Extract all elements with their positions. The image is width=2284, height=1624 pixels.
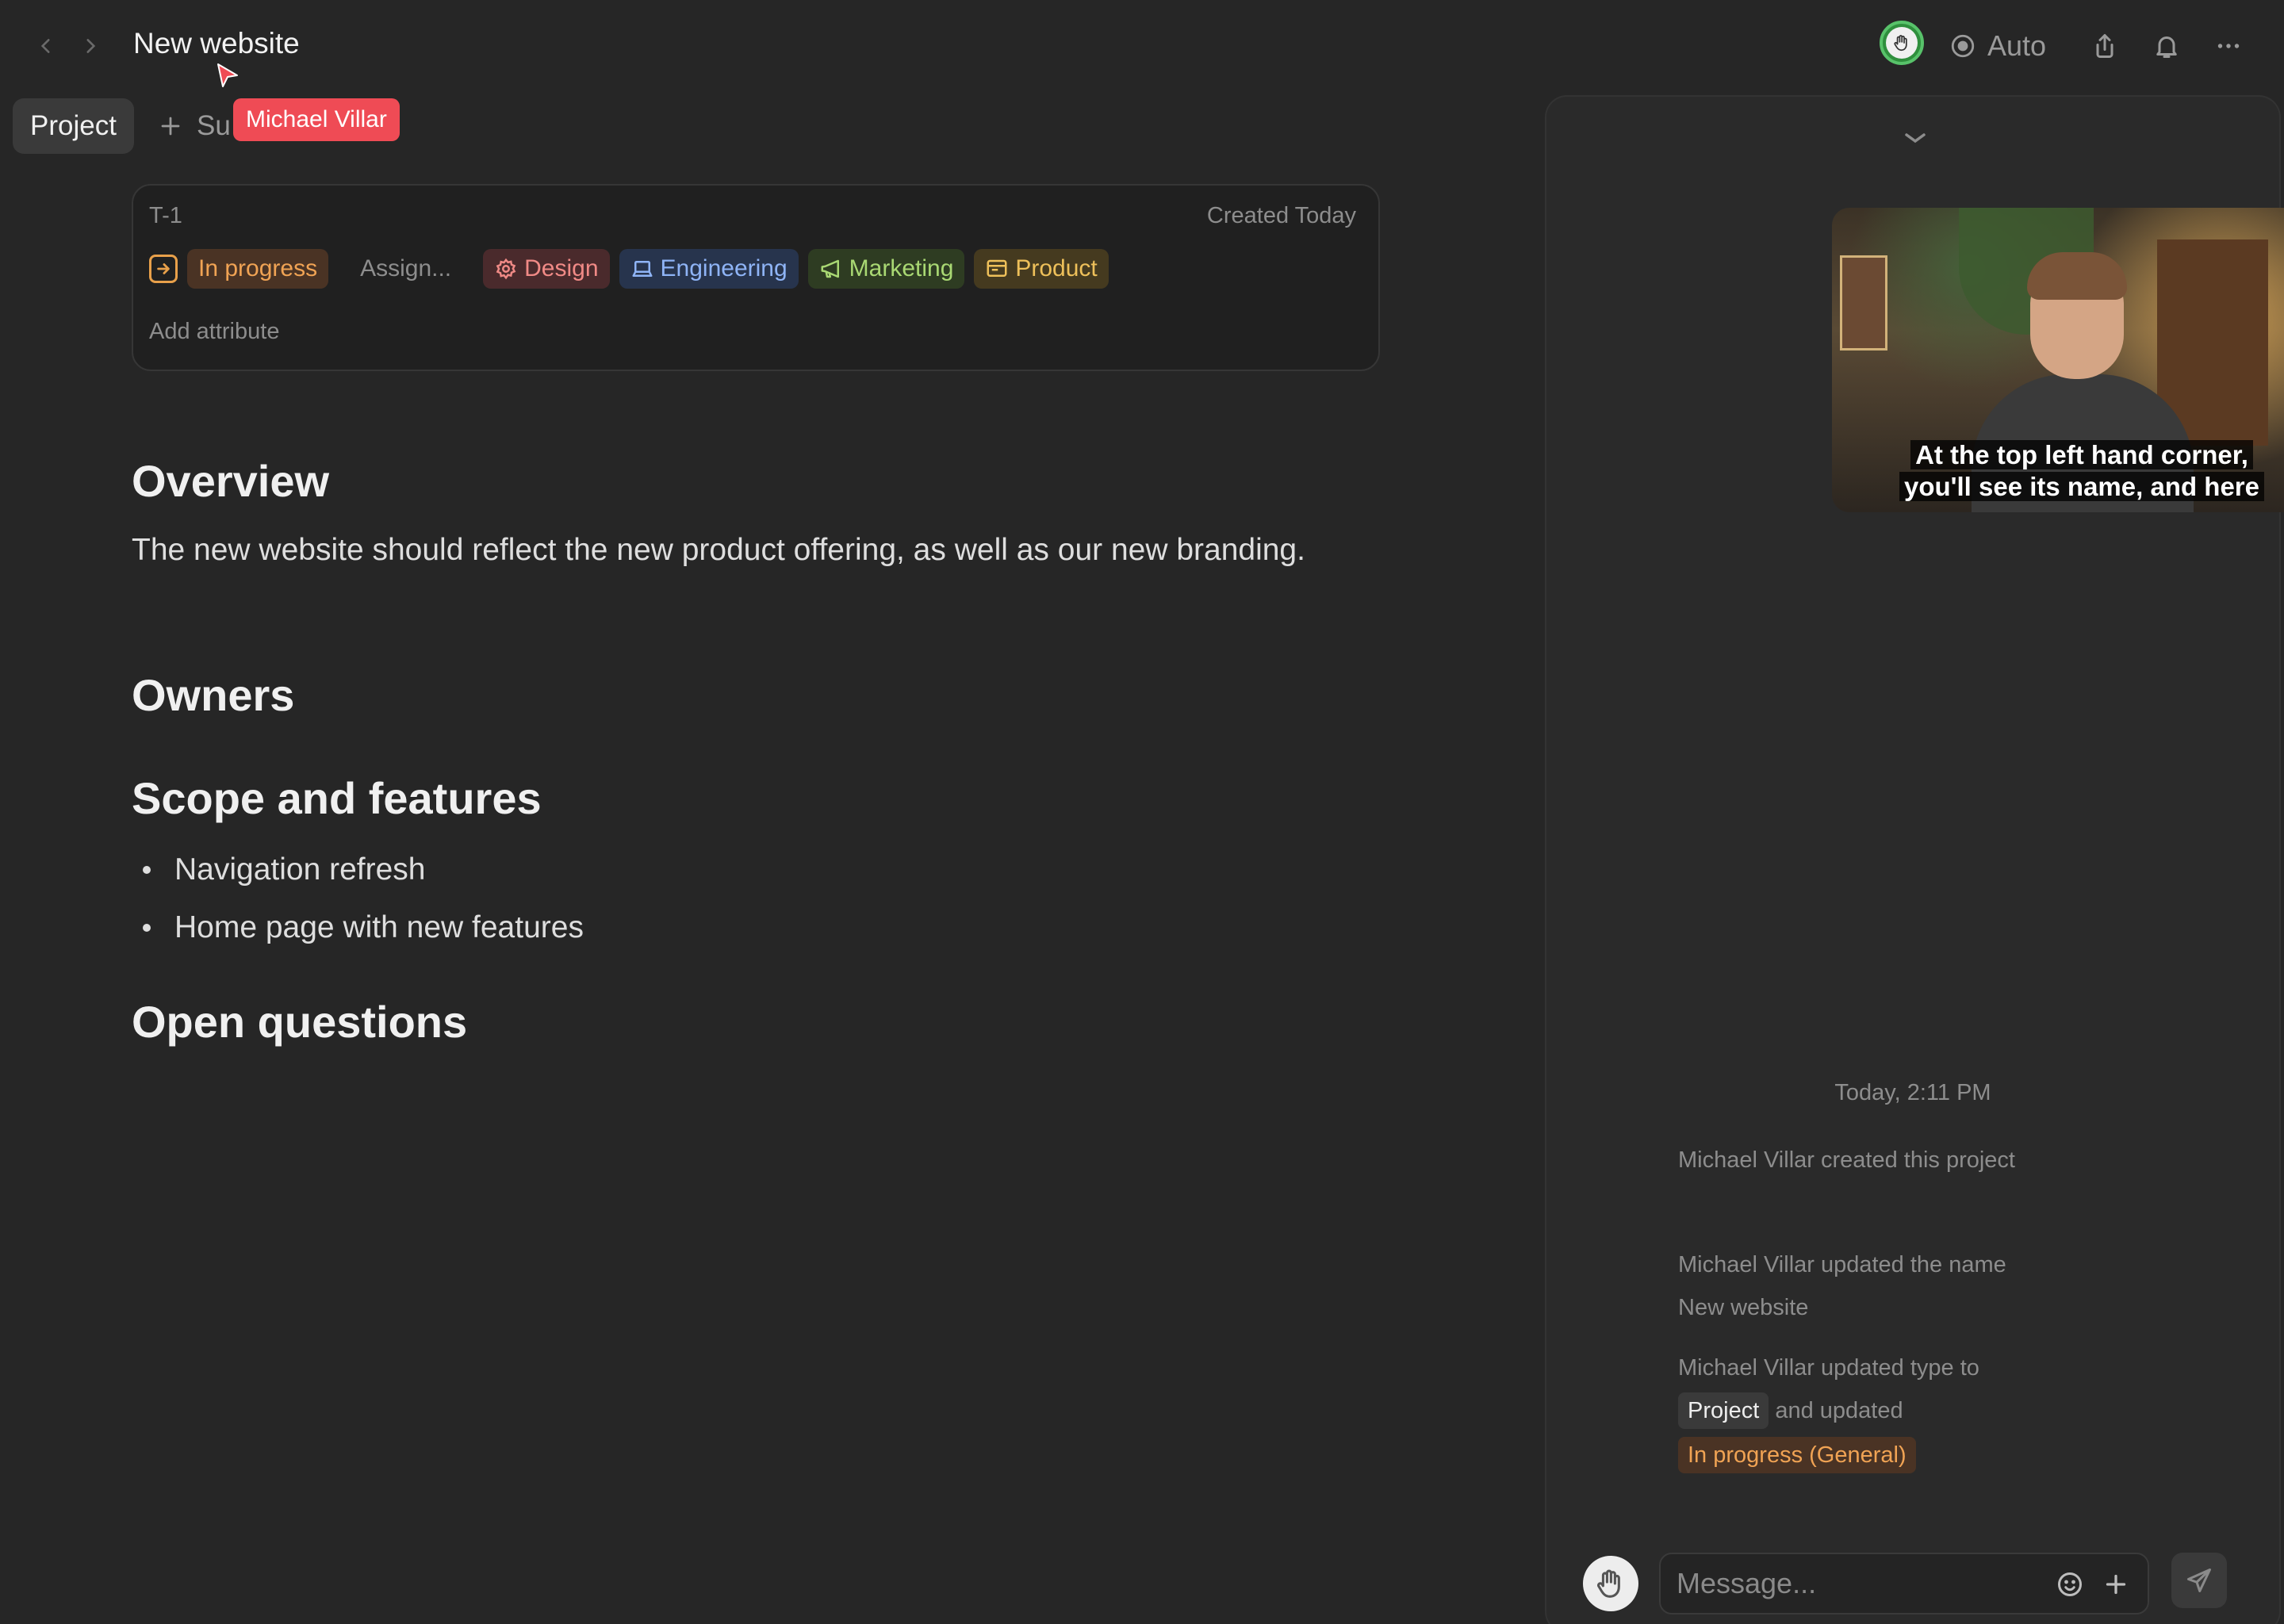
heading-scope[interactable]: Scope and features xyxy=(132,772,542,824)
add-subtask-label: Su xyxy=(197,110,231,141)
avatar[interactable] xyxy=(1583,1556,1638,1611)
tag-product-label: Product xyxy=(1015,255,1098,282)
emoji-icon[interactable] xyxy=(2056,1570,2084,1599)
tag-engineering-label: Engineering xyxy=(660,255,788,282)
activity-entry: Michael Villar created this project xyxy=(1678,1147,2015,1173)
caption-line-2: you'll see its name, and here xyxy=(1899,472,2264,501)
message-input[interactable] xyxy=(1675,1564,2024,1603)
activity-entry: Michael Villar updated the name New webs… xyxy=(1678,1243,2075,1329)
collaborator-cursor-icon xyxy=(217,63,238,87)
bell-icon[interactable] xyxy=(2143,21,2190,71)
assignee-field[interactable]: Assign... xyxy=(349,249,462,289)
gear-icon xyxy=(496,258,516,280)
heading-overview[interactable]: Overview xyxy=(132,455,329,507)
attributes-row: In progress Assign... Design Engineering… xyxy=(149,249,1109,289)
status-arrow-icon[interactable] xyxy=(149,255,178,283)
browser-icon xyxy=(987,259,1007,277)
activity-entry-text: Michael Villar updated type to xyxy=(1678,1355,1979,1381)
video-player[interactable]: At the top left hand corner, you'll see … xyxy=(1832,208,2284,512)
scope-list: Navigation refresh Home page with new fe… xyxy=(132,841,584,956)
status-chip[interactable]: In progress xyxy=(187,249,329,289)
collaborator-name-tag: Michael Villar xyxy=(233,98,400,141)
chevron-down-icon[interactable] xyxy=(1897,127,1933,151)
heading-owners[interactable]: Owners xyxy=(132,669,294,721)
activity-entry-text: and updated xyxy=(1775,1398,1903,1423)
type-chip: Project xyxy=(1678,1392,1769,1429)
status-chip-inline: In progress (General) xyxy=(1678,1437,1916,1473)
activity-panel: At the top left hand corner, you'll see … xyxy=(1545,95,2284,1624)
hand-avatar-icon xyxy=(1886,27,1918,59)
add-subtask-button[interactable]: Su xyxy=(159,98,231,154)
auto-mode-button[interactable]: Auto xyxy=(1949,21,2046,71)
megaphone-icon xyxy=(821,259,839,278)
presence-avatar[interactable] xyxy=(1880,21,1924,65)
activity-entry-text: Michael Villar updated the name xyxy=(1678,1252,2006,1277)
send-button[interactable] xyxy=(2171,1553,2227,1608)
tag-engineering[interactable]: Engineering xyxy=(619,249,799,289)
video-caption: At the top left hand corner, you'll see … xyxy=(1880,439,2284,503)
auto-mode-label: Auto xyxy=(1987,29,2047,62)
hand-avatar-icon xyxy=(1597,1569,1620,1598)
page-title[interactable]: New website xyxy=(133,27,300,60)
tab-project[interactable]: Project xyxy=(13,98,134,154)
overview-paragraph[interactable]: The new website should reflect the new p… xyxy=(132,527,1353,574)
app-window: New website Auto Project Su Michael Vill… xyxy=(0,0,2284,1624)
send-icon xyxy=(2187,1568,2211,1592)
message-composer xyxy=(1659,1553,2149,1614)
laptop-icon xyxy=(632,261,653,277)
list-item[interactable]: Navigation refresh xyxy=(132,841,584,898)
created-date: Created Today xyxy=(1206,203,1356,228)
video-painting xyxy=(1840,255,1887,350)
forward-arrow-icon[interactable] xyxy=(75,30,106,62)
list-item[interactable]: Home page with new features xyxy=(132,898,584,956)
activity-entry-value: New website xyxy=(1678,1295,1809,1320)
caption-line-1: At the top left hand corner, xyxy=(1910,440,2253,469)
tag-design[interactable]: Design xyxy=(483,249,610,289)
plus-icon[interactable] xyxy=(2102,1570,2130,1599)
record-icon xyxy=(1951,34,1975,58)
more-icon[interactable] xyxy=(2205,21,2252,71)
back-arrow-icon[interactable] xyxy=(30,30,62,62)
attributes-card: T-1 Created Today In progress Assign... … xyxy=(132,184,1380,371)
add-attribute-button[interactable]: Add attribute xyxy=(149,319,279,345)
video-person-hair xyxy=(2027,252,2127,300)
tag-design-label: Design xyxy=(524,255,599,282)
activity-entry: Michael Villar updated type to Project a… xyxy=(1678,1346,2090,1477)
share-icon[interactable] xyxy=(2081,21,2129,71)
activity-timestamp: Today, 2:11 PM xyxy=(1834,1080,1991,1105)
task-id: T-1 xyxy=(149,203,182,228)
tag-marketing[interactable]: Marketing xyxy=(807,249,965,289)
tag-marketing-label: Marketing xyxy=(849,255,954,282)
top-bar: New website Auto xyxy=(0,0,2284,92)
plus-icon xyxy=(161,117,180,136)
heading-open-questions[interactable]: Open questions xyxy=(132,996,467,1048)
tag-product[interactable]: Product xyxy=(974,249,1109,289)
